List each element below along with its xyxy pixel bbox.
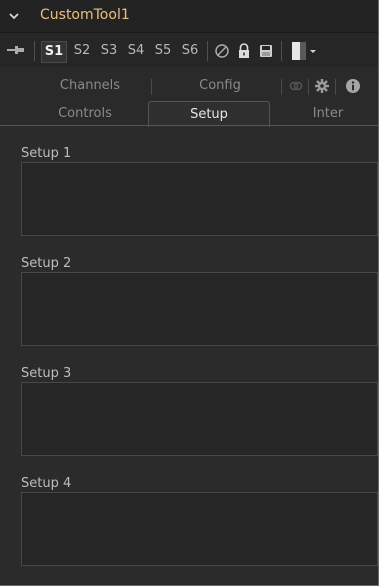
setup-3-field[interactable] — [21, 382, 378, 456]
tab-inter[interactable]: Inter — [278, 103, 378, 125]
version-slot-s4[interactable]: S4 — [124, 41, 148, 61]
pin-icon[interactable] — [6, 44, 26, 56]
tab-setup[interactable]: Setup — [148, 101, 270, 127]
tab-divider — [335, 79, 336, 95]
toolbar-divider — [281, 41, 282, 61]
tab-baseline — [0, 125, 378, 126]
tab-divider — [151, 79, 152, 95]
inspector-tabs: Channels Config Controls Setup Inter — [0, 67, 378, 127]
color-swatch-icon[interactable] — [292, 42, 320, 60]
link-icon[interactable] — [288, 78, 304, 94]
chevron-down-icon[interactable] — [8, 10, 20, 22]
tab-divider — [308, 79, 309, 95]
lock-icon[interactable] — [235, 42, 253, 60]
version-slot-s1[interactable]: S1 — [41, 41, 67, 63]
version-toolbar: S1 S2 S3 S4 S5 S6 — [0, 33, 378, 68]
save-icon[interactable] — [257, 42, 275, 60]
inspector-panel: CustomTool1 S1 S2 S3 S4 S5 S6 Channels C… — [0, 0, 379, 586]
toolbar-divider — [207, 41, 208, 61]
disable-icon[interactable] — [213, 42, 231, 60]
version-slot-s6[interactable]: S6 — [178, 41, 202, 61]
section-label-setup-2: Setup 2 — [21, 256, 72, 271]
tab-controls[interactable]: Controls — [30, 103, 140, 125]
section-label-setup-3: Setup 3 — [21, 366, 72, 381]
toolbar-divider — [34, 41, 35, 61]
setup-2-field[interactable] — [21, 272, 378, 346]
tab-divider — [281, 79, 282, 95]
tool-header[interactable]: CustomTool1 — [0, 0, 378, 33]
version-slot-s3[interactable]: S3 — [97, 41, 121, 61]
tab-channels[interactable]: Channels — [40, 75, 140, 97]
version-slot-s2[interactable]: S2 — [70, 41, 94, 61]
setup-4-field[interactable] — [21, 492, 378, 566]
gear-icon[interactable] — [314, 78, 330, 94]
info-icon[interactable] — [345, 78, 361, 94]
tool-title: CustomTool1 — [40, 7, 130, 23]
section-label-setup-4: Setup 4 — [21, 476, 72, 491]
setup-1-field[interactable] — [21, 162, 378, 236]
tab-config[interactable]: Config — [170, 75, 270, 97]
version-slot-s5[interactable]: S5 — [151, 41, 175, 61]
section-label-setup-1: Setup 1 — [21, 146, 72, 161]
